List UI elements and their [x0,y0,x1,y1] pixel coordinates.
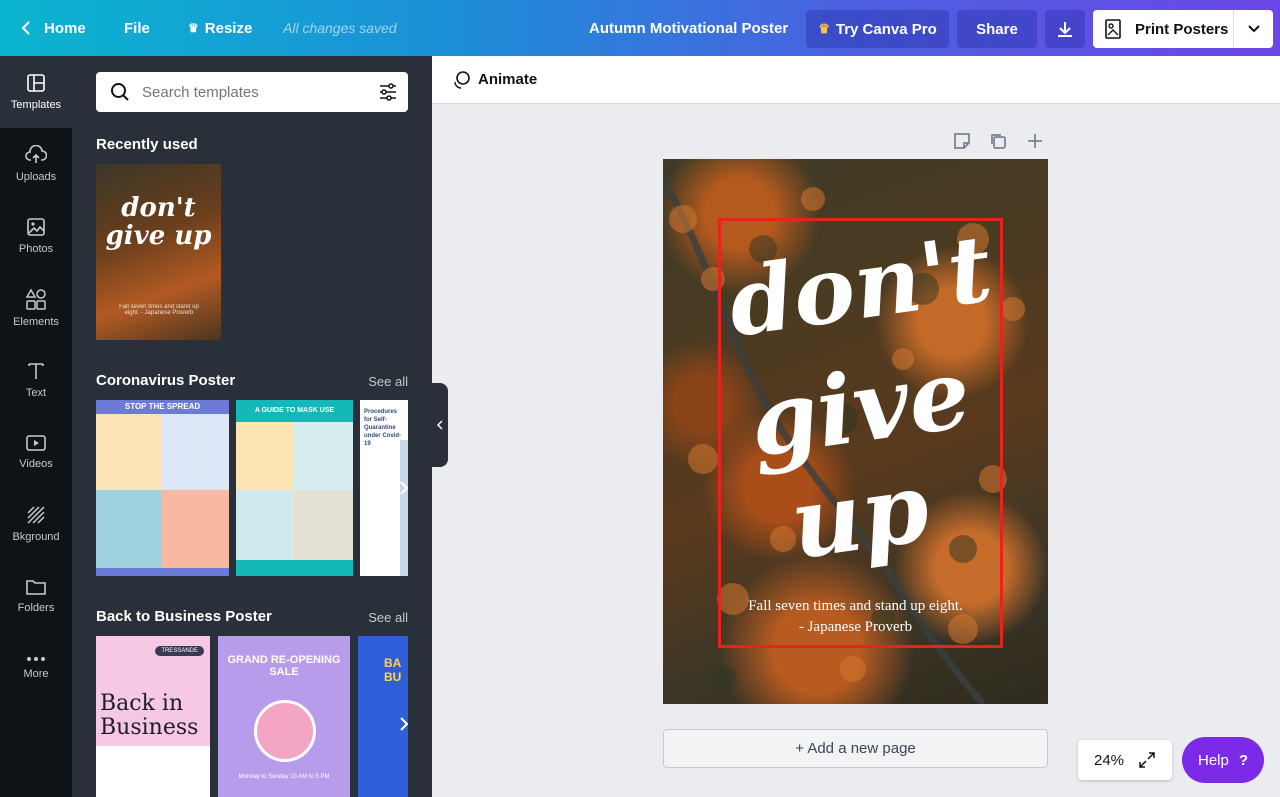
note-icon [954,133,970,149]
template-thumb[interactable]: GRAND RE-OPENING SALE Monday to Sunday 1… [218,636,350,797]
background-icon [27,506,45,524]
filter-icon[interactable] [378,82,398,102]
download-button[interactable] [1045,10,1085,48]
duplicate-page-button[interactable] [989,130,1007,152]
left-nav: Templates Uploads Photos Elements Text V… [0,56,72,797]
search-icon [111,83,129,101]
nav-text[interactable]: Text [0,344,72,416]
template-thumb[interactable]: TRESSANDE Back in Business [96,636,210,797]
shapes-icon [25,288,46,310]
collapse-panel-button[interactable] [432,383,448,467]
plus-icon [1028,134,1042,148]
fullscreen-icon[interactable] [1138,751,1156,769]
animate-label: Animate [478,71,538,88]
zoom-level: 24% [1094,751,1125,769]
template-thumb[interactable]: A GUIDE TO MASK USE [236,400,353,576]
help-button[interactable]: Help ? [1182,737,1264,783]
help-icon: ? [1238,751,1249,769]
nav-background[interactable]: Bkground [0,488,72,560]
thumb-heading: GRAND RE-OPENING SALE [227,654,341,678]
nav-label: Elements [13,316,59,328]
nav-more[interactable]: More [0,632,72,704]
download-icon [1058,22,1072,37]
file-menu[interactable]: File [124,0,150,56]
nav-uploads[interactable]: Uploads [0,128,72,200]
nav-label: More [23,668,49,680]
add-page-icon-button[interactable] [1026,130,1044,152]
more-icon [27,657,45,661]
nav-label: Text [25,387,47,399]
resize-button[interactable]: ♛ Resize [188,0,252,56]
nav-elements[interactable]: Elements [0,272,72,344]
nav-photos[interactable]: Photos [0,200,72,272]
nav-templates[interactable]: Templates [0,56,72,128]
image-icon [27,218,45,236]
search-input[interactable] [142,83,362,101]
chevron-down-icon [1247,25,1260,33]
section-title: Back to Business Poster [96,608,272,625]
recent-template-thumb[interactable]: don't give up Fall seven times and stand… [96,164,221,340]
thumb-script-text: don't give up [105,193,212,251]
print-posters-main[interactable]: Print Posters [1093,10,1233,48]
recently-used-title: Recently used [96,136,198,153]
chevron-right-icon [400,717,409,731]
zoom-control[interactable]: 24% [1078,740,1172,780]
search-box[interactable] [96,72,408,112]
template-thumb[interactable]: STOP THE SPREAD [96,400,229,576]
selection-box [718,218,1003,648]
nav-label: Photos [18,243,54,255]
nav-label: Bkground [12,531,60,543]
chevron-right-icon [400,481,409,495]
home-label: Home [44,19,86,37]
save-status: All changes saved [283,20,397,36]
chevron-left-icon [21,21,30,35]
folder-icon [26,580,46,595]
chevron-left-icon [437,420,443,430]
top-bar: Home File ♛ Resize All changes saved Aut… [0,0,1280,56]
try-pro-label: Try Canva Pro [835,20,937,38]
see-all-link[interactable]: See all [368,374,408,389]
thumb-heading: A GUIDE TO MASK USE [236,400,353,422]
thumb-tag: Monday to Sunday 10 AM to 5 PM [238,774,330,780]
thumb-heading: BA BU [384,656,402,684]
poster-icon [1105,19,1121,39]
nav-label: Folders [17,602,55,614]
templates-panel: Recently used don't give up Fall seven t… [72,56,432,797]
nav-folders[interactable]: Folders [0,560,72,632]
thumb-heading: STOP THE SPREAD [96,400,229,414]
nav-label: Templates [10,99,62,111]
upload-icon [25,145,47,163]
section-title: Coronavirus Poster [96,372,236,389]
animate-icon [454,70,470,89]
print-posters-button[interactable]: Print Posters [1093,10,1273,48]
help-label: Help [1197,751,1229,769]
resize-label: Resize [204,19,253,37]
crown-icon: ♛ [188,21,199,35]
carousel-next-button[interactable] [392,704,416,744]
nav-videos[interactable]: Videos [0,416,72,488]
add-new-page-button[interactable]: + Add a new page [663,729,1048,768]
crown-icon: ♛ [818,21,830,36]
carousel-next-button[interactable] [392,468,416,508]
templates-icon [27,74,45,92]
document-title[interactable]: Autumn Motivational Poster [589,0,788,56]
thumb-caption: Fall seven times and stand up eight. - J… [119,304,199,316]
try-pro-button[interactable]: ♛ Try Canva Pro [806,10,949,48]
share-button[interactable]: Share [957,10,1037,48]
text-icon [28,363,44,379]
print-options-dropdown[interactable] [1233,10,1273,48]
see-all-link[interactable]: See all [368,610,408,625]
video-icon [26,435,46,451]
print-posters-label: Print Posters [1135,20,1229,38]
nav-label: Videos [19,458,53,470]
editor-toolbar: Animate [432,56,1280,104]
thumb-heading: Back in Business [100,691,199,740]
nav-label: Uploads [15,171,57,183]
home-link[interactable]: Home [20,0,86,56]
thumb-tag: TRESSANDE [155,646,204,656]
add-note-button[interactable] [953,130,971,152]
animate-button[interactable]: Animate [452,70,537,90]
duplicate-icon [991,134,1006,149]
